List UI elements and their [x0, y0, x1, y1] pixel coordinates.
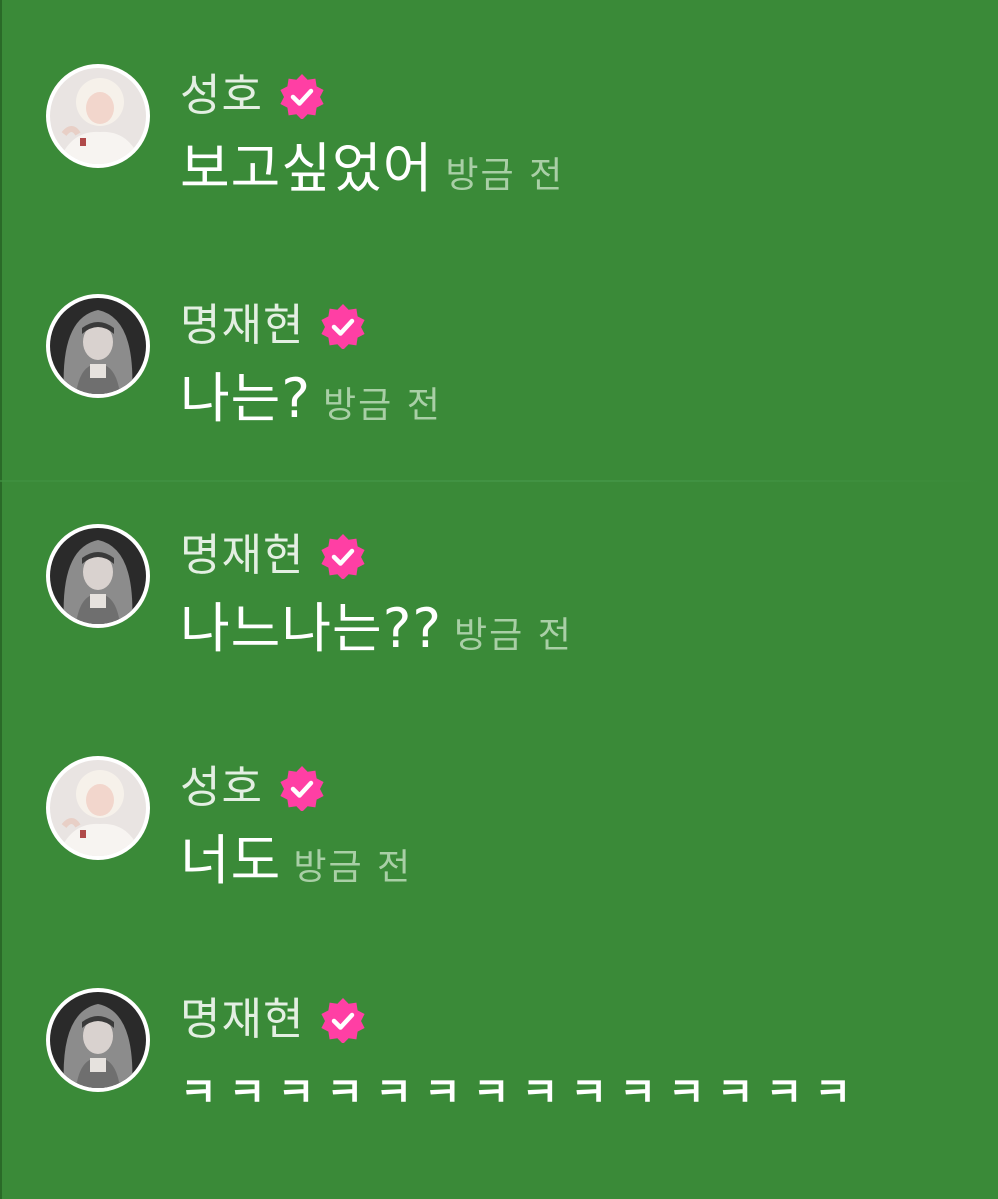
message-time: 방금 전	[445, 155, 565, 196]
avatar-photo-seongho	[50, 760, 146, 856]
screenshot-seam	[0, 480, 998, 482]
avatar-photo-seongho	[50, 68, 146, 164]
message-time: 방금 전	[454, 615, 573, 656]
chat-message: 성호 보고싶었어 방금 전	[46, 64, 998, 214]
chat-message: 명재현 ㅋㅋㅋㅋㅋㅋㅋㅋㅋㅋㅋㅋㅋㅋ	[46, 988, 998, 1138]
message-time: 방금 전	[293, 847, 413, 888]
screen-edge	[0, 0, 2, 1199]
message-text: 보고싶었어	[180, 137, 434, 200]
sender-name[interactable]: 명재현	[180, 298, 304, 354]
sender-name[interactable]: 명재현	[180, 528, 304, 584]
message-text: 너도	[180, 829, 282, 892]
chat-message: 성호 너도 방금 전	[46, 756, 998, 906]
verified-badge-icon	[280, 766, 324, 811]
sender-name[interactable]: 성호	[180, 68, 263, 124]
message-text: 나느나는??	[180, 597, 443, 660]
chat-message: 명재현 나느나는?? 방금 전	[46, 524, 998, 674]
avatar-photo-myungjaehyun	[50, 528, 146, 624]
avatar[interactable]	[46, 988, 150, 1092]
message-text: 나는?	[180, 367, 312, 430]
message-text: ㅋㅋㅋㅋㅋㅋㅋㅋㅋㅋㅋㅋㅋㅋ	[180, 1070, 864, 1116]
sender-name[interactable]: 명재현	[180, 992, 304, 1048]
message-time: 방금 전	[323, 385, 442, 426]
verified-badge-icon	[280, 74, 324, 119]
verified-badge-icon	[321, 998, 366, 1043]
avatar-photo-myungjaehyun	[50, 992, 146, 1088]
verified-badge-icon	[321, 534, 366, 579]
avatar[interactable]	[46, 524, 150, 628]
avatar-photo-myungjaehyun	[50, 298, 146, 394]
avatar[interactable]	[46, 756, 150, 860]
avatar[interactable]	[46, 294, 150, 398]
chat-message: 명재현 나는? 방금 전	[46, 294, 998, 444]
sender-name[interactable]: 성호	[180, 760, 263, 816]
verified-badge-icon	[321, 304, 366, 349]
avatar[interactable]	[46, 64, 150, 168]
